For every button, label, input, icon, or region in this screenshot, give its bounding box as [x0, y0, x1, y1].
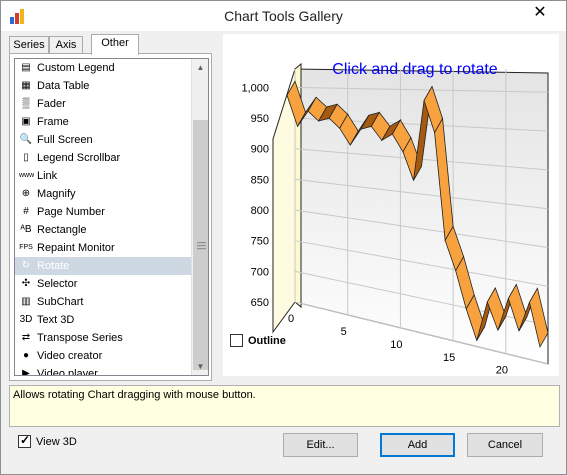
- list-item-magnify[interactable]: ⊕ Magnify: [15, 185, 191, 203]
- list-item-rotate[interactable]: ↻ Rotate: [15, 257, 191, 275]
- outline-checkbox-box[interactable]: [230, 333, 243, 347]
- list-item-label: Video player: [37, 368, 98, 376]
- list-item-page-number[interactable]: # Page Number: [15, 203, 191, 221]
- list-item-frame[interactable]: ▣ Frame: [15, 113, 191, 131]
- frame-icon: ▣: [21, 116, 31, 127]
- list-item-label: Rotate: [37, 260, 70, 272]
- y-tick-label: 750: [251, 236, 269, 248]
- list-item-selector[interactable]: ✣ Selector: [15, 275, 191, 293]
- list-item-rectangle[interactable]: ᴬB Rectangle: [15, 221, 191, 239]
- list-item-video-creator[interactable]: ● Video creator: [15, 347, 191, 365]
- x-tick-label: 15: [443, 352, 455, 364]
- list-item-label: Repaint Monitor: [37, 242, 115, 254]
- tools-listbox[interactable]: ▤ Custom Legend ▦ Data Table ▒ Fader ▣ Frame 🔍 Fu…: [14, 58, 209, 376]
- list-item-fader[interactable]: ▒ Fader: [15, 95, 191, 113]
- list-item-label: Data Table: [37, 80, 90, 92]
- list-item-label: Fader: [37, 98, 66, 110]
- tab-other[interactable]: Other: [91, 34, 139, 55]
- list-item-repaint-monitor[interactable]: FPS Repaint Monitor: [15, 239, 191, 257]
- tool-description: Allows rotating Chart dragging with mous…: [9, 385, 560, 427]
- magnifier-icon: 🔍: [19, 134, 33, 145]
- close-button[interactable]: ✕: [520, 2, 560, 24]
- x-tick-label: 10: [390, 339, 402, 351]
- view-3d-checkbox[interactable]: View 3D: [18, 433, 77, 449]
- list-item-label: Link: [37, 170, 58, 182]
- legend-scrollbar-icon: ▯: [23, 152, 29, 163]
- x-tick-label: 0: [288, 313, 294, 325]
- view-3d-label: View 3D: [36, 436, 77, 448]
- chart-3d-svg[interactable]: 1,000 950 900 850 800 750 700 650 0 5 10 15 20 Click …: [223, 34, 559, 376]
- list-item-label: Full Screen: [37, 134, 93, 146]
- list-item-subchart[interactable]: ▥ SubChart: [15, 293, 191, 311]
- list-item-label: Transpose Series: [37, 332, 123, 344]
- y-tick-label: 800: [251, 205, 269, 217]
- subchart-icon: ▥: [21, 296, 31, 307]
- rotate-icon: ↻: [21, 260, 31, 271]
- list-item-custom-legend[interactable]: ▤ Custom Legend: [15, 59, 191, 77]
- edit-button[interactable]: Edit...: [283, 433, 358, 457]
- x-tick-label: 20: [496, 365, 508, 376]
- chart-preview[interactable]: 1,000 950 900 850 800 750 700 650 0 5 10 15 20 Click …: [223, 34, 559, 376]
- fader-icon: ▒: [22, 98, 30, 109]
- chart-tools-gallery-window: Chart Tools Gallery ✕ Series Axis Other …: [0, 0, 567, 475]
- list-item-label: Frame: [37, 116, 69, 128]
- window-title: Chart Tools Gallery: [224, 8, 343, 24]
- list-item-label: Rectangle: [37, 224, 87, 236]
- list-item-label: Page Number: [37, 206, 105, 218]
- list-item-label: Video creator: [37, 350, 103, 362]
- list-item-label: Legend Scrollbar: [37, 152, 121, 164]
- grip-icon: — — —: [197, 237, 206, 253]
- data-table-icon: ▦: [21, 80, 31, 91]
- list-item-full-screen[interactable]: 🔍 Full Screen: [15, 131, 191, 149]
- transpose-icon: ⇄: [21, 332, 31, 343]
- list-item-video-player[interactable]: ▶ Video player: [15, 365, 191, 376]
- rectangle-icon: ᴬB: [20, 224, 32, 235]
- y-tick-label: 1,000: [241, 82, 269, 94]
- x-tick-label: 5: [341, 326, 347, 338]
- fps-icon: FPS: [19, 244, 33, 251]
- video-creator-icon: ●: [22, 350, 30, 361]
- text-3d-icon: 3D: [19, 314, 33, 325]
- list-item-label: Custom Legend: [37, 62, 115, 74]
- tab-series[interactable]: Series: [9, 36, 49, 54]
- rotate-hint-text: Click and drag to rotate: [332, 61, 498, 78]
- page-number-icon: #: [23, 206, 29, 217]
- title-bar: Chart Tools Gallery ✕: [1, 1, 566, 31]
- list-item-label: Magnify: [37, 188, 76, 200]
- list-item-label: SubChart: [37, 296, 84, 308]
- scroll-thumb[interactable]: — — —: [193, 120, 208, 370]
- tab-panel-other: ▤ Custom Legend ▦ Data Table ▒ Fader ▣ Frame 🔍 Fu…: [9, 53, 212, 381]
- selector-icon: ✣: [21, 278, 31, 289]
- list-item-data-table[interactable]: ▦ Data Table: [15, 77, 191, 95]
- list-item-transpose-series[interactable]: ⇄ Transpose Series: [15, 329, 191, 347]
- outline-label: Outline: [248, 335, 286, 347]
- description-text: Allows rotating Chart dragging with mous…: [13, 389, 256, 401]
- magnify-icon: ⊕: [21, 188, 31, 199]
- list-item-text-3d[interactable]: 3D Text 3D: [15, 311, 191, 329]
- list-item-legend-scrollbar[interactable]: ▯ Legend Scrollbar: [15, 149, 191, 167]
- y-tick-label: 950: [251, 113, 269, 125]
- y-tick-label: 900: [251, 144, 269, 156]
- view-3d-checkbox-box[interactable]: [18, 433, 31, 448]
- tab-axis[interactable]: Axis: [49, 36, 83, 54]
- video-player-icon: ▶: [22, 368, 30, 376]
- y-tick-label: 850: [251, 174, 269, 186]
- close-icon: ✕: [533, 4, 547, 21]
- list-item-label: Text 3D: [37, 314, 75, 326]
- list-scrollbar[interactable]: ▲ — — — ▼: [191, 59, 208, 375]
- cancel-button[interactable]: Cancel: [467, 433, 543, 457]
- scroll-down-arrow-icon[interactable]: ▼: [192, 358, 208, 375]
- list-item-label: Selector: [37, 278, 78, 290]
- custom-legend-icon: ▤: [21, 62, 31, 73]
- y-tick-label: 650: [251, 297, 269, 309]
- list-item-link[interactable]: www Link: [15, 167, 191, 185]
- add-button[interactable]: Add: [380, 433, 455, 457]
- tools-list: ▤ Custom Legend ▦ Data Table ▒ Fader ▣ Frame 🔍 Fu…: [15, 59, 191, 376]
- scroll-up-arrow-icon[interactable]: ▲: [192, 59, 208, 76]
- link-icon: www: [19, 172, 35, 179]
- outline-checkbox[interactable]: Outline: [230, 333, 286, 348]
- y-tick-label: 700: [251, 266, 269, 278]
